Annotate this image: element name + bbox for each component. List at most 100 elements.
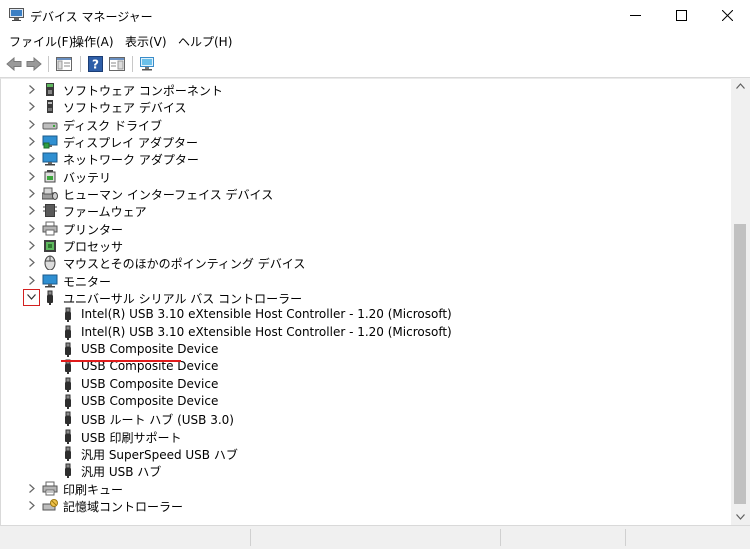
- chevron-right-icon[interactable]: [25, 118, 38, 131]
- chevron-right-icon[interactable]: [25, 256, 38, 269]
- chevron-right-icon[interactable]: [25, 274, 38, 287]
- menu-action[interactable]: 操作(A): [72, 33, 114, 50]
- hid-icon: [41, 186, 58, 201]
- chevron-right-icon[interactable]: [25, 204, 38, 217]
- tree-device[interactable]: USB Composite Device: [1, 376, 732, 393]
- tree-item-label: ディスプレイ アダプター: [63, 135, 198, 150]
- tree-category[interactable]: モニター: [1, 272, 732, 289]
- tree-device[interactable]: USB 印刷サポート: [1, 428, 732, 445]
- close-button[interactable]: [704, 0, 750, 31]
- toolbar: ?: [0, 51, 750, 78]
- tree-category[interactable]: ディスプレイ アダプター: [1, 133, 732, 150]
- back-button[interactable]: [5, 55, 23, 73]
- chevron-right-icon[interactable]: [25, 239, 38, 252]
- tree-item-label: プロセッサ: [63, 239, 124, 254]
- usb-icon: [60, 429, 76, 444]
- status-bar: [0, 525, 750, 549]
- tree-category[interactable]: 印刷キュー: [1, 480, 732, 497]
- tree-category[interactable]: プロセッサ: [1, 237, 732, 254]
- tree-device[interactable]: Intel(R) USB 3.10 eXtensible Host Contro…: [1, 306, 732, 323]
- mouse-icon: [42, 255, 58, 271]
- tree-device[interactable]: USB ルート ハブ (USB 3.0): [1, 410, 732, 427]
- tree-item-label: USB 印刷サポート: [81, 430, 182, 445]
- tree-device[interactable]: USB Composite Device: [1, 393, 732, 410]
- tree-item-label: ファームウェア: [63, 205, 147, 220]
- print-queue-icon: [42, 481, 58, 496]
- svg-text:?: ?: [92, 58, 99, 72]
- usb-icon: [60, 463, 76, 479]
- tree-item-label: ディスク ドライブ: [63, 118, 162, 133]
- maximize-button[interactable]: [658, 0, 704, 31]
- tree-device[interactable]: Intel(R) USB 3.10 eXtensible Host Contro…: [1, 324, 732, 341]
- menu-help[interactable]: ヘルプ(H): [178, 33, 232, 50]
- minimize-button[interactable]: [612, 0, 658, 31]
- battery-icon: [42, 169, 58, 184]
- scroll-down-icon[interactable]: [736, 514, 745, 520]
- tree-category[interactable]: ディスク ドライブ: [1, 116, 732, 133]
- arrow-left-icon: [6, 57, 22, 71]
- chevron-right-icon[interactable]: [25, 499, 38, 512]
- printer-icon: [42, 221, 58, 236]
- display-adapter-icon: [42, 134, 58, 149]
- tree-category[interactable]: ファームウェア: [1, 202, 732, 219]
- forward-button[interactable]: [25, 55, 43, 73]
- tree-category[interactable]: プリンター: [1, 220, 732, 237]
- tree-category[interactable]: ユニバーサル シリアル バス コントローラー: [1, 288, 732, 306]
- network-adapter-icon: [42, 151, 58, 166]
- scan-hardware-button[interactable]: [138, 55, 156, 73]
- tree-item-label: Intel(R) USB 3.10 eXtensible Host Contro…: [81, 324, 452, 339]
- maximize-icon: [675, 10, 687, 21]
- tree-item-label: 汎用 USB ハブ: [81, 465, 162, 480]
- chevron-down-icon[interactable]: [23, 288, 40, 306]
- show-hide-console-tree-button[interactable]: [55, 55, 73, 73]
- tree-category[interactable]: ソフトウェア コンポーネント: [1, 81, 732, 98]
- arrow-right-icon: [26, 57, 42, 71]
- chevron-right-icon[interactable]: [25, 222, 38, 235]
- usb-icon: [60, 446, 76, 461]
- tree-device[interactable]: 汎用 SuperSpeed USB ハブ: [1, 445, 732, 462]
- tree-category[interactable]: ソフトウェア デバイス: [1, 98, 732, 115]
- properties-icon: [109, 57, 125, 71]
- tree-category[interactable]: ヒューマン インターフェイス デバイス: [1, 185, 732, 202]
- chevron-right-icon[interactable]: [25, 482, 38, 495]
- tree-item-label: 汎用 SuperSpeed USB ハブ: [81, 447, 238, 462]
- tree-item-label: ネットワーク アダプター: [63, 153, 199, 168]
- vertical-scrollbar[interactable]: [731, 78, 750, 525]
- usb-icon: [60, 325, 76, 340]
- menu-bar: ファイル(F) 操作(A) 表示(V) ヘルプ(H): [0, 31, 750, 51]
- menu-file[interactable]: ファイル(F): [9, 33, 73, 50]
- usb-icon: [60, 307, 76, 323]
- help-button[interactable]: ?: [86, 55, 104, 73]
- minimize-icon: [629, 15, 641, 16]
- chevron-right-icon[interactable]: [25, 170, 38, 183]
- usb-icon: [60, 394, 76, 409]
- tree-device[interactable]: 汎用 USB ハブ: [1, 462, 732, 479]
- firmware-icon: [42, 203, 58, 218]
- tree-item-label: 記憶域コントローラー: [63, 499, 184, 514]
- scrollbar-thumb[interactable]: [734, 224, 746, 504]
- chevron-right-icon[interactable]: [25, 100, 38, 113]
- usb-icon: [60, 377, 76, 392]
- menu-view[interactable]: 表示(V): [125, 33, 167, 50]
- scroll-up-icon[interactable]: [736, 83, 745, 89]
- chevron-right-icon[interactable]: [25, 187, 38, 200]
- properties-button[interactable]: [108, 55, 126, 73]
- usb-icon: [60, 411, 76, 427]
- tree-category[interactable]: バッテリ: [1, 168, 732, 185]
- tree-item-label: ヒューマン インターフェイス デバイス: [63, 187, 274, 202]
- chevron-right-icon[interactable]: [25, 83, 38, 96]
- title-bar: デバイス マネージャー: [0, 0, 750, 31]
- monitor-icon: [42, 273, 58, 288]
- disk-drive-icon: [42, 117, 58, 132]
- tree-category[interactable]: 記憶域コントローラー: [1, 497, 732, 514]
- tree-item-label: USB Composite Device: [81, 376, 219, 391]
- tree-category[interactable]: ネットワーク アダプター: [1, 150, 732, 167]
- tree-item-label: USB ルート ハブ (USB 3.0): [81, 413, 234, 428]
- tree-item-label: ソフトウェア コンポーネント: [63, 84, 223, 98]
- tree-category[interactable]: マウスとそのほかのポインティング デバイス: [1, 254, 732, 271]
- tree-item-label: USB Composite Device: [81, 341, 219, 356]
- chevron-right-icon[interactable]: [25, 135, 38, 148]
- tree-device[interactable]: USB Composite Device: [1, 341, 732, 358]
- scan-hardware-icon: [139, 57, 154, 71]
- chevron-right-icon[interactable]: [25, 152, 38, 165]
